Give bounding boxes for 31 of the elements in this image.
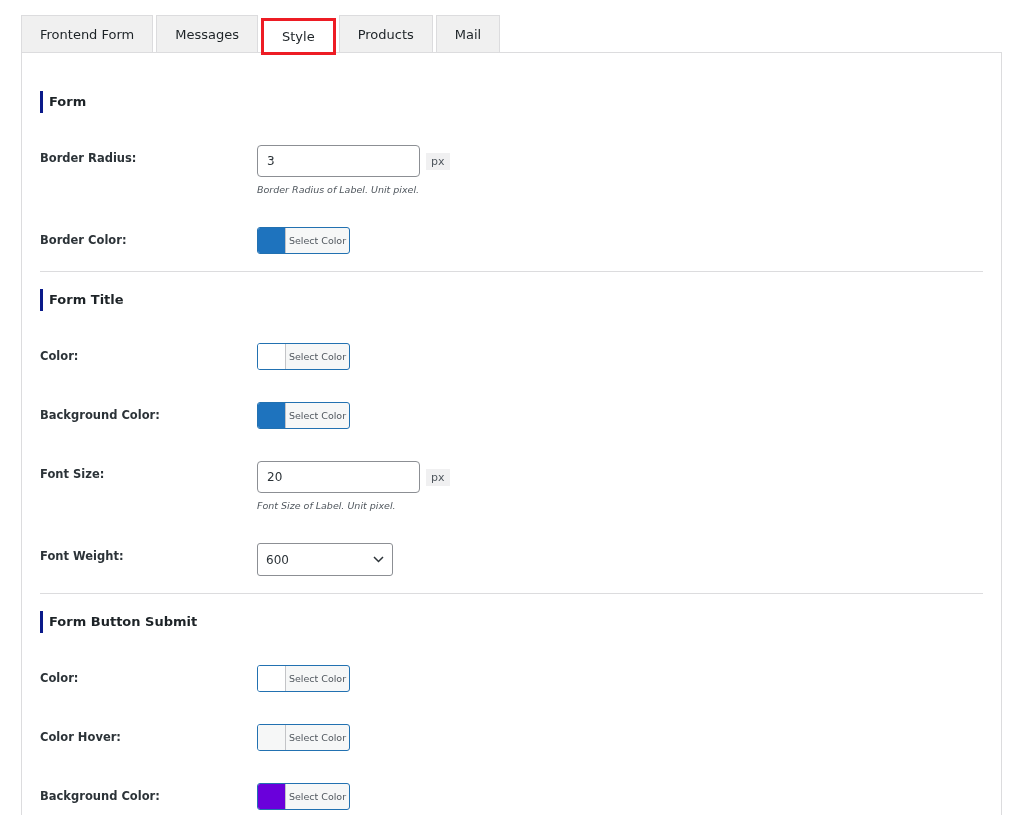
field-label: Border Color: [40,232,128,249]
field-label: Border Radius: [40,150,138,167]
section-heading: Form Button Submit [40,611,983,633]
field-label: Font Weight: [40,548,125,565]
tab[interactable]: Mail [435,15,501,52]
tab[interactable]: Messages [156,15,258,52]
select-color-button[interactable]: Select Color [257,402,350,429]
font-weight-select[interactable]: 600 [257,543,393,576]
unit-label: px [426,152,450,170]
number-input[interactable]: 20 [257,461,420,493]
tab[interactable]: Products [338,15,433,52]
field-label: Color: [40,670,80,687]
tab[interactable]: Frontend Form [21,15,154,52]
select-color-button[interactable]: Select Color [257,724,350,751]
number-input[interactable]: 3 [257,145,420,177]
select-color-button[interactable]: Select Color [257,665,350,692]
help-text: Font Size of Label. Unit pixel. [257,500,397,511]
unit-label: px [426,468,450,486]
select-color-button[interactable]: Select Color [257,227,350,254]
section-heading: Form Title [40,289,983,311]
field-label: Font Size: [40,466,106,483]
section-heading: Form [40,91,983,113]
chevron-down-icon [373,556,384,563]
help-text: Border Radius of Label. Unit pixel. [257,184,421,195]
tab[interactable]: Style [261,18,336,55]
field-label: Color: [40,348,80,365]
field-label: Background Color: [40,407,161,424]
field-label: Background Color: [40,788,161,805]
select-color-button[interactable]: Select Color [257,343,350,370]
field-label: Color Hover: [40,729,122,746]
select-color-button[interactable]: Select Color [257,783,350,810]
